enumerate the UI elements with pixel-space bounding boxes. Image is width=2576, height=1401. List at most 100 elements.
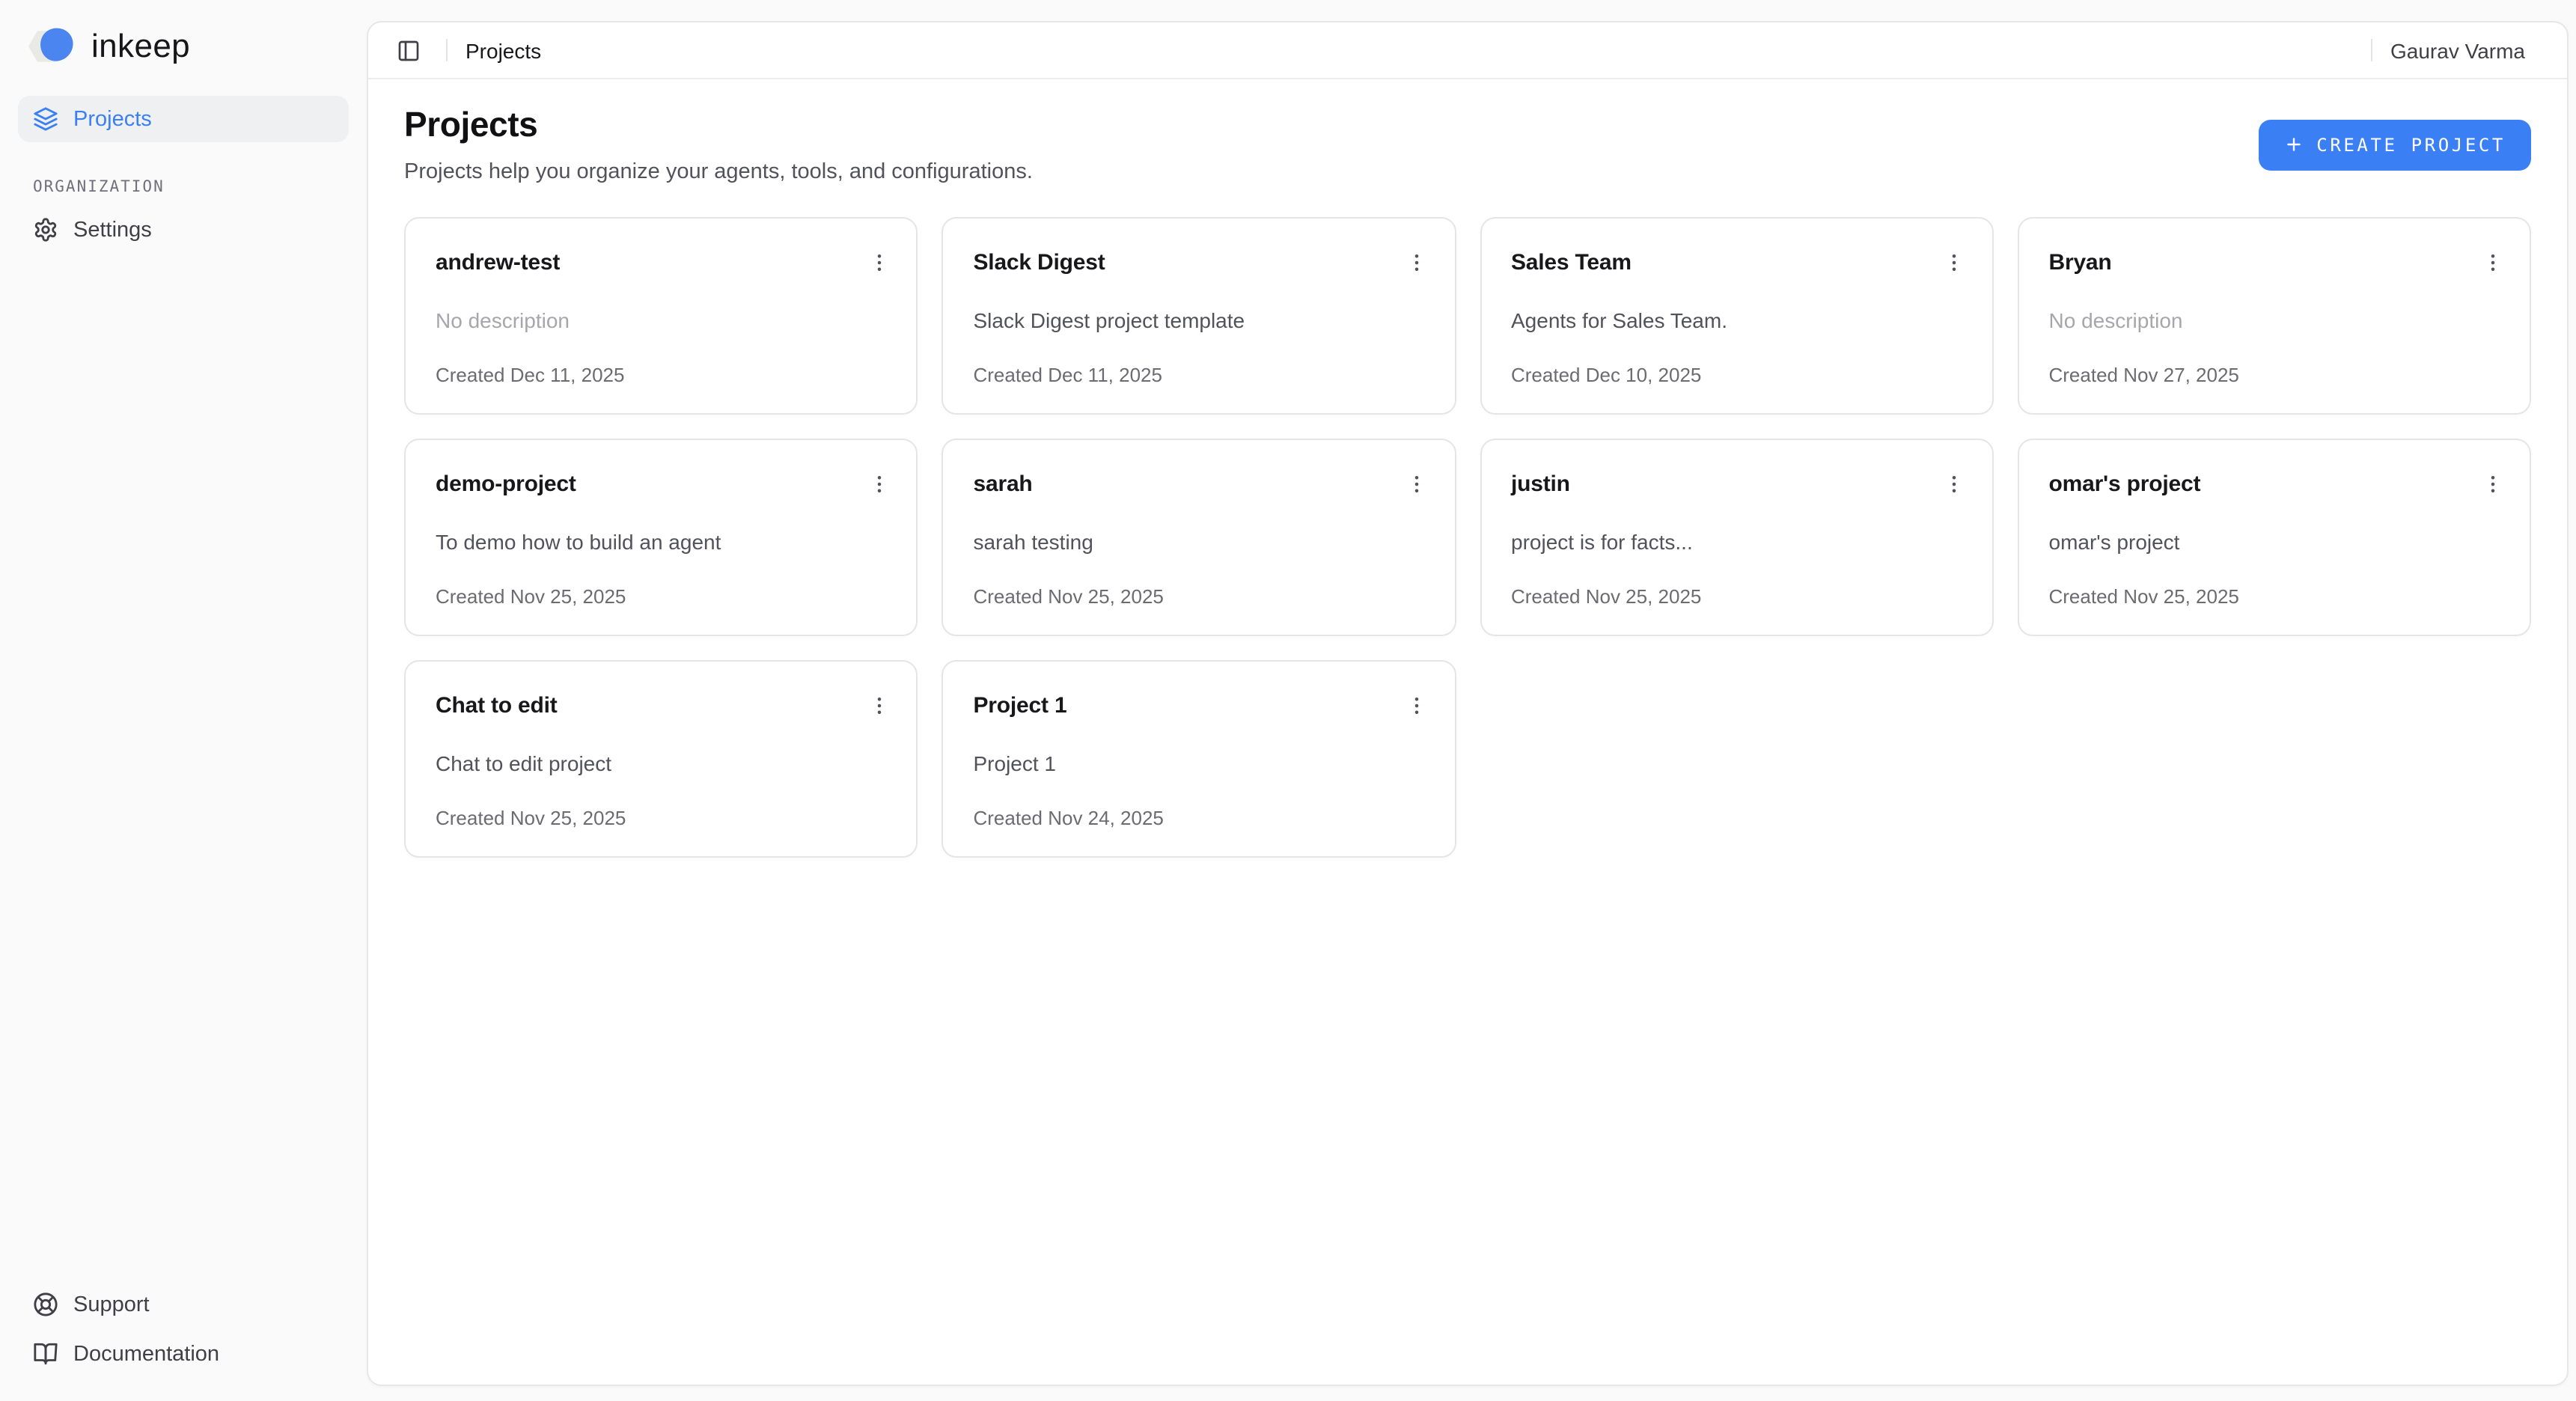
layers-icon [33, 106, 58, 132]
project-card-description: No description [2049, 308, 2500, 332]
project-card-title: Chat to edit [436, 693, 558, 718]
project-card-title: Project 1 [974, 693, 1067, 718]
project-card-menu-button[interactable] [863, 689, 896, 721]
project-card-created: Created Nov 25, 2025 [1511, 585, 1962, 608]
project-card-top: Project 1 [974, 693, 1425, 721]
project-card-title: justin [1511, 471, 1570, 497]
project-card[interactable]: Bryan No description Created Nov 27, 202… [2018, 217, 2532, 415]
header-divider [2371, 39, 2372, 61]
project-card-menu-button[interactable] [1938, 245, 1971, 278]
project-card-title: omar's project [2049, 471, 2201, 497]
page-subtitle: Projects help you organize your agents, … [404, 160, 1033, 184]
header-divider [446, 39, 448, 61]
project-card[interactable]: Project 1 Project 1 Created Nov 24, 2025 [942, 660, 1456, 858]
more-vertical-icon [868, 694, 891, 716]
project-card-description: project is for facts... [1511, 530, 1962, 554]
brand-name: inkeep [91, 27, 190, 66]
create-project-label: CREATE PROJECT [2316, 134, 2506, 155]
panel-left-icon [397, 38, 421, 62]
sidebar-org-nav: Settings [18, 207, 349, 253]
more-vertical-icon [868, 251, 891, 273]
more-vertical-icon [1405, 472, 1428, 495]
more-vertical-icon [2481, 251, 2503, 273]
project-card[interactable]: Sales Team Agents for Sales Team. Create… [1480, 217, 1994, 415]
create-project-button[interactable]: CREATE PROJECT [2258, 119, 2531, 170]
more-vertical-icon [1944, 251, 1966, 273]
book-open-icon [33, 1341, 58, 1367]
user-menu[interactable]: Gaurav Varma [2390, 38, 2546, 62]
main-panel: Projects Gaurav Varma Projects Projects … [367, 21, 2569, 1386]
project-card-created: Created Dec 11, 2025 [436, 364, 887, 386]
header-right: Gaurav Varma [2353, 38, 2546, 62]
page-head-text: Projects Projects help you organize your… [404, 105, 1033, 184]
panel-header: Projects Gaurav Varma [368, 22, 2567, 79]
project-card-description: Chat to edit project [436, 751, 887, 775]
project-card-title: Slack Digest [974, 250, 1105, 275]
project-card-description: No description [436, 308, 887, 332]
sidebar-item-support[interactable]: Support [18, 1281, 349, 1328]
app: inkeep Projects ORGANIZATION Settings [0, 0, 2576, 1401]
project-card-menu-button[interactable] [1400, 245, 1433, 278]
sidebar-toggle-button[interactable] [389, 31, 428, 70]
project-card-menu-button[interactable] [2476, 245, 2509, 278]
more-vertical-icon [1944, 472, 1966, 495]
sidebar-footer: Support Documentation [18, 1281, 349, 1377]
project-card-description: Slack Digest project template [974, 308, 1425, 332]
project-card-description: omar's project [2049, 530, 2500, 554]
project-card-title: demo-project [436, 471, 576, 497]
project-card-menu-button[interactable] [1400, 467, 1433, 500]
breadcrumb: Projects [466, 38, 541, 62]
project-card-menu-button[interactable] [863, 467, 896, 500]
projects-grid: andrew-test No description Created Dec 1… [404, 217, 2531, 858]
brand-logo[interactable]: inkeep [18, 21, 349, 69]
project-card-top: Chat to edit [436, 693, 887, 721]
project-card-top: Bryan [2049, 250, 2500, 278]
project-card-menu-button[interactable] [2476, 467, 2509, 500]
more-vertical-icon [1405, 251, 1428, 273]
project-card[interactable]: sarah sarah testing Created Nov 25, 2025 [942, 439, 1456, 636]
project-card-top: omar's project [2049, 471, 2500, 500]
plus-icon [2283, 135, 2303, 154]
sidebar-item-label: Support [73, 1292, 150, 1316]
project-card[interactable]: Chat to edit Chat to edit project Create… [404, 660, 918, 858]
project-card-title: sarah [974, 471, 1033, 497]
inkeep-logo-icon [27, 24, 78, 69]
sidebar-item-settings[interactable]: Settings [18, 207, 349, 253]
project-card-description: Project 1 [974, 751, 1425, 775]
sidebar-nav: Projects [18, 96, 349, 142]
page-content: Projects Projects help you organize your… [368, 79, 2567, 1385]
project-card[interactable]: andrew-test No description Created Dec 1… [404, 217, 918, 415]
project-card[interactable]: demo-project To demo how to build an age… [404, 439, 918, 636]
sidebar-item-projects[interactable]: Projects [18, 96, 349, 142]
project-card-title: andrew-test [436, 250, 560, 275]
project-card[interactable]: omar's project omar's project Created No… [2018, 439, 2532, 636]
sidebar-item-documentation[interactable]: Documentation [18, 1331, 349, 1377]
project-card[interactable]: Slack Digest Slack Digest project templa… [942, 217, 1456, 415]
sidebar-item-label: Documentation [73, 1342, 219, 1366]
project-card-created: Created Nov 25, 2025 [436, 585, 887, 608]
more-vertical-icon [2481, 472, 2503, 495]
project-card-title: Sales Team [1511, 250, 1632, 275]
more-vertical-icon [868, 472, 891, 495]
life-buoy-icon [33, 1292, 58, 1317]
page-head: Projects Projects help you organize your… [404, 105, 2531, 184]
project-card-menu-button[interactable] [863, 245, 896, 278]
project-card-top: demo-project [436, 471, 887, 500]
page-title: Projects [404, 105, 1033, 145]
project-card-description: sarah testing [974, 530, 1425, 554]
project-card-created: Created Nov 24, 2025 [974, 807, 1425, 829]
project-card-created: Created Nov 25, 2025 [436, 807, 887, 829]
project-card-description: To demo how to build an agent [436, 530, 887, 554]
sidebar-section-label: ORGANIZATION [33, 178, 334, 196]
project-card-top: andrew-test [436, 250, 887, 278]
project-card-menu-button[interactable] [1938, 467, 1971, 500]
gear-icon [33, 217, 58, 242]
project-card[interactable]: justin project is for facts... Created N… [1480, 439, 1994, 636]
project-card-top: sarah [974, 471, 1425, 500]
project-card-menu-button[interactable] [1400, 689, 1433, 721]
project-card-created: Created Dec 10, 2025 [1511, 364, 1962, 386]
project-card-description: Agents for Sales Team. [1511, 308, 1962, 332]
more-vertical-icon [1405, 694, 1428, 716]
sidebar-item-label: Projects [73, 107, 152, 131]
project-card-top: Sales Team [1511, 250, 1962, 278]
